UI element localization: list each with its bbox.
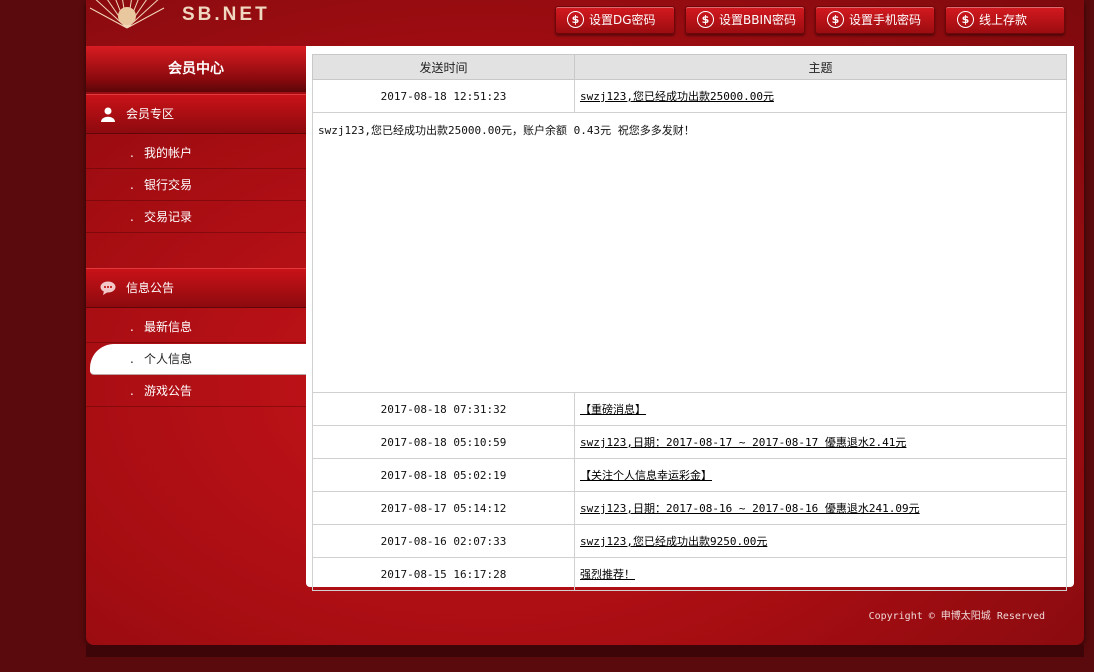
message-body: swzj123,您已经成功出款25000.00元，账户余额 0.43元 祝您多多… bbox=[312, 112, 1067, 393]
table-row: 2017-08-18 05:02:19 【关注个人信息幸运彩金】 bbox=[312, 458, 1067, 492]
dollar-icon: $ bbox=[567, 11, 584, 28]
message-subject-cell: swzj123,您已经成功出款25000.00元 bbox=[574, 79, 1067, 113]
sidebar: 会员中心 会员专区 . 我的帐户 . 银行交易 . 交易记录 信息公告 . 最新… bbox=[86, 46, 306, 566]
main-panel: 发送时间 主题 2017-08-18 12:51:23 swzj123,您已经成… bbox=[306, 46, 1074, 591]
message-time: 2017-08-17 05:14:12 bbox=[312, 491, 575, 525]
logo-text: SB.NET bbox=[182, 4, 270, 25]
chat-bubble-icon bbox=[100, 281, 116, 295]
button-label: 设置手机密码 bbox=[849, 13, 922, 27]
section-label: 信息公告 bbox=[126, 281, 175, 295]
message-time: 2017-08-18 12:51:23 bbox=[312, 79, 575, 113]
message-subject-link[interactable]: swzj123,您已经成功出款25000.00元 bbox=[580, 90, 774, 103]
message-time: 2017-08-16 02:07:33 bbox=[312, 524, 575, 558]
button-label: 设置DG密码 bbox=[589, 13, 656, 27]
message-subject-link[interactable]: 强烈推荐！ bbox=[580, 568, 635, 581]
column-header-time: 发送时间 bbox=[312, 54, 575, 80]
set-dg-password-button[interactable]: $ 设置DG密码 bbox=[555, 6, 675, 34]
message-time: 2017-08-18 07:31:32 bbox=[312, 392, 575, 426]
sidebar-item-latest-news[interactable]: . 最新信息 bbox=[86, 312, 306, 343]
message-time: 2017-08-18 05:10:59 bbox=[312, 425, 575, 459]
table-row: 2017-08-15 16:17:28 强烈推荐！ bbox=[312, 557, 1067, 591]
dollar-icon: $ bbox=[957, 11, 974, 28]
sidebar-item-transaction-records[interactable]: . 交易记录 bbox=[86, 202, 306, 233]
message-subject-cell: swzj123,日期：2017-08-16 ~ 2017-08-16 優惠退水2… bbox=[574, 491, 1067, 525]
section-member-zone[interactable]: 会员专区 bbox=[86, 94, 306, 134]
sidebar-item-label: 游戏公告 bbox=[144, 384, 193, 398]
message-time: 2017-08-18 05:02:19 bbox=[312, 458, 575, 492]
bullet: . bbox=[130, 352, 134, 366]
logo-fan-icon bbox=[89, 0, 165, 29]
bottom-strip bbox=[86, 645, 1084, 657]
online-deposit-button[interactable]: $ 线上存款 bbox=[945, 6, 1065, 34]
set-phone-password-button[interactable]: $ 设置手机密码 bbox=[815, 6, 935, 34]
message-subject-cell: swzj123,日期：2017-08-17 ~ 2017-08-17 優惠退水2… bbox=[574, 425, 1067, 459]
user-icon bbox=[101, 107, 115, 122]
message-subject-link[interactable]: swzj123,日期：2017-08-16 ~ 2017-08-16 優惠退水2… bbox=[580, 502, 920, 515]
table-row: 2017-08-16 02:07:33 swzj123,您已经成功出款9250.… bbox=[312, 524, 1067, 558]
message-subject-cell: 【关注个人信息幸运彩金】 bbox=[574, 458, 1067, 492]
message-subject-link[interactable]: swzj123,日期：2017-08-17 ~ 2017-08-17 優惠退水2… bbox=[580, 436, 906, 449]
sidebar-item-label: 交易记录 bbox=[144, 210, 193, 224]
table-row: 2017-08-18 07:31:32 【重磅消息】 bbox=[312, 392, 1067, 426]
message-subject-cell: 强烈推荐！ bbox=[574, 557, 1067, 591]
sidebar-item-label: 最新信息 bbox=[144, 320, 193, 334]
sidebar-item-personal-info[interactable]: . 个人信息 bbox=[90, 344, 306, 375]
message-subject-cell: swzj123,您已经成功出款9250.00元 bbox=[574, 524, 1067, 558]
message-subject-link[interactable]: 【重磅消息】 bbox=[580, 403, 646, 416]
logo: SB.NET bbox=[86, 0, 406, 40]
section-announcements[interactable]: 信息公告 bbox=[86, 268, 306, 308]
bullet: . bbox=[130, 384, 134, 398]
bullet: . bbox=[130, 320, 134, 334]
bullet: . bbox=[130, 146, 134, 160]
sidebar-item-bank-transactions[interactable]: . 银行交易 bbox=[86, 170, 306, 201]
sidebar-item-my-account[interactable]: . 我的帐户 bbox=[86, 138, 306, 169]
table-row: 2017-08-18 05:10:59 swzj123,日期：2017-08-1… bbox=[312, 425, 1067, 459]
message-body-row: swzj123,您已经成功出款25000.00元，账户余额 0.43元 祝您多多… bbox=[312, 112, 1067, 393]
table-row: 2017-08-17 05:14:12 swzj123,日期：2017-08-1… bbox=[312, 491, 1067, 525]
button-label: 设置BBIN密码 bbox=[719, 13, 796, 27]
set-bbin-password-button[interactable]: $ 设置BBIN密码 bbox=[685, 6, 805, 34]
column-header-subject: 主题 bbox=[574, 54, 1067, 80]
sidebar-item-label: 我的帐户 bbox=[144, 146, 193, 160]
table-header-row: 发送时间 主题 bbox=[312, 54, 1067, 80]
message-table: 发送时间 主题 2017-08-18 12:51:23 swzj123,您已经成… bbox=[312, 54, 1067, 591]
sidebar-item-game-announcements[interactable]: . 游戏公告 bbox=[86, 376, 306, 407]
bullet: . bbox=[130, 210, 134, 224]
table-row: 2017-08-18 12:51:23 swzj123,您已经成功出款25000… bbox=[312, 79, 1067, 113]
bullet: . bbox=[130, 178, 134, 192]
message-time: 2017-08-15 16:17:28 bbox=[312, 557, 575, 591]
sidebar-item-label: 银行交易 bbox=[144, 178, 193, 192]
dollar-icon: $ bbox=[697, 11, 714, 28]
message-subject-link[interactable]: swzj123,您已经成功出款9250.00元 bbox=[580, 535, 767, 548]
dollar-icon: $ bbox=[827, 11, 844, 28]
message-subject-link[interactable]: 【关注个人信息幸运彩金】 bbox=[580, 469, 712, 482]
message-subject-cell: 【重磅消息】 bbox=[574, 392, 1067, 426]
footer-copyright: Copyright © 申博太阳城 Reserved bbox=[868, 611, 1045, 622]
button-label: 线上存款 bbox=[979, 13, 1028, 27]
section-label: 会员专区 bbox=[126, 107, 175, 121]
sidebar-item-label: 个人信息 bbox=[144, 352, 193, 366]
sidebar-title: 会员中心 bbox=[86, 46, 306, 92]
